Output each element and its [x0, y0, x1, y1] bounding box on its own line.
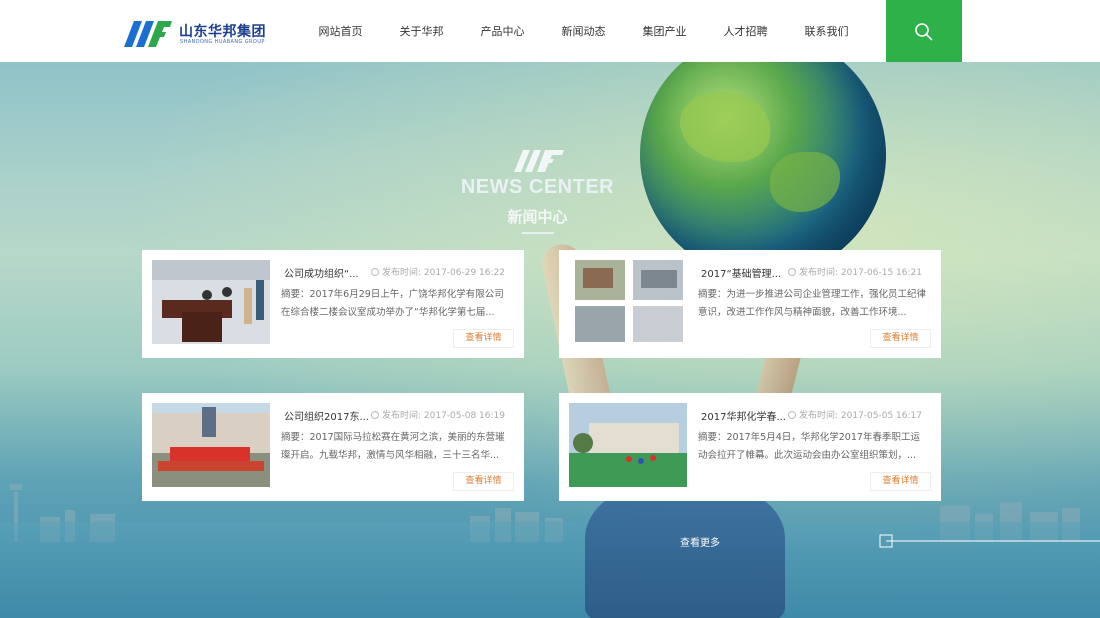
clock-icon	[370, 411, 379, 419]
view-details-button[interactable]: 查看详情	[870, 472, 931, 491]
news-date: 发布时间: 2017-06-29 16:22	[370, 265, 505, 278]
news-title[interactable]: 公司成功组织“...	[284, 265, 380, 280]
news-title[interactable]: 公司组织2017东...	[284, 408, 380, 423]
nav-item-products[interactable]: 产品中心	[462, 0, 543, 62]
news-date: 发布时间: 2017-05-08 16:19	[370, 408, 505, 421]
logo[interactable]: 山东华邦集团 SHANDONG HUABANG GROUP	[124, 21, 274, 47]
news-date: 发布时间: 2017-05-05 16:17	[787, 408, 922, 421]
news-thumbnail[interactable]	[152, 403, 270, 487]
main-nav: 网站首页 关于华邦 产品中心 新闻动态 集团产业 人才招聘 联系我们	[300, 0, 867, 62]
view-details-button[interactable]: 查看详情	[453, 329, 514, 348]
news-card[interactable]: 公司成功组织“... 发布时间: 2017-06-29 16:22 摘要：201…	[142, 250, 524, 358]
clock-icon	[787, 268, 796, 276]
clock-icon	[370, 268, 379, 276]
section-logo-icon	[514, 150, 564, 172]
news-summary: 摘要：2017国际马拉松赛在黄河之滨，美丽的东营璀璨开启。九载华邦，激情与风华相…	[281, 432, 505, 461]
news-card[interactable]: 2017华邦化学春... 发布时间: 2017-05-05 16:17 摘要：2…	[559, 393, 941, 501]
search-button[interactable]	[886, 0, 962, 62]
news-thumbnail[interactable]	[569, 260, 687, 344]
news-thumbnail[interactable]	[569, 403, 687, 487]
news-summary: 摘要：2017年6月29日上午，广饶华邦化学有限公司在综合楼二楼会议室成功举办了…	[281, 289, 504, 318]
news-card[interactable]: 2017“基础管理... 发布时间: 2017-06-15 16:21 摘要：为…	[559, 250, 941, 358]
news-summary: 摘要：2017年5月4日，华邦化学2017年春季职工运动会拉开了帷幕。此次运动会…	[698, 432, 920, 461]
clock-icon	[787, 411, 796, 419]
view-more-link[interactable]: 查看更多	[670, 534, 730, 549]
nav-item-contact[interactable]: 联系我们	[786, 0, 867, 62]
view-details-button[interactable]: 查看详情	[453, 472, 514, 491]
news-date: 发布时间: 2017-06-15 16:21	[787, 265, 922, 278]
nav-item-about[interactable]: 关于华邦	[381, 0, 462, 62]
news-summary: 摘要：为进一步推进公司企业管理工作，强化员工纪律意识，改进工作作风与精神面貌，改…	[698, 289, 926, 318]
section-title-cn: 新闻中心	[507, 208, 568, 226]
news-thumbnail[interactable]	[152, 260, 270, 344]
news-title[interactable]: 2017“基础管理...	[701, 265, 797, 280]
nav-item-home[interactable]: 网站首页	[300, 0, 381, 62]
arrow-right-icon[interactable]	[878, 533, 1100, 549]
search-icon	[915, 23, 933, 41]
news-title[interactable]: 2017华邦化学春...	[701, 408, 797, 423]
nav-item-jobs[interactable]: 人才招聘	[705, 0, 786, 62]
news-card[interactable]: 公司组织2017东... 发布时间: 2017-05-08 16:19 摘要：2…	[142, 393, 524, 501]
brand-name: 山东华邦集团	[179, 24, 266, 40]
nav-item-news[interactable]: 新闻动态	[543, 0, 624, 62]
site-header: 山东华邦集团 SHANDONG HUABANG GROUP 网站首页 关于华邦 …	[0, 0, 1100, 62]
nav-item-industry[interactable]: 集团产业	[624, 0, 705, 62]
brand-name-en: SHANDONG HUABANG GROUP	[180, 39, 265, 45]
section-title-en: NEWS CENTER	[460, 176, 615, 198]
logo-mark-icon	[124, 21, 172, 47]
view-details-button[interactable]: 查看详情	[870, 329, 931, 348]
section-title-divider	[522, 232, 554, 234]
news-section-background: NEWS CENTER 新闻中心 公司成功组织“... 发布时间: 2017-0…	[0, 62, 1100, 618]
